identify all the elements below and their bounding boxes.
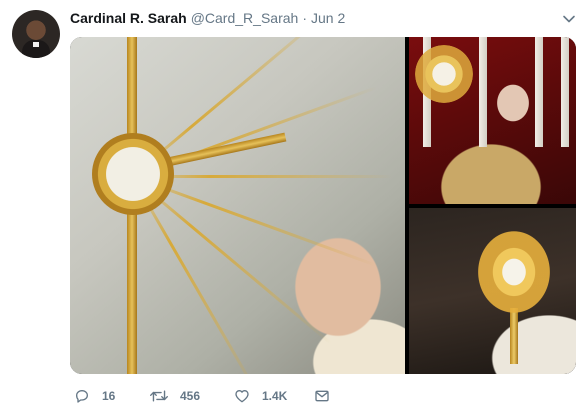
- avatar[interactable]: [12, 10, 60, 58]
- header-separator: ·: [302, 10, 307, 26]
- tweet-header: Cardinal R. Sarah @Card_R_Sarah · Jun 2: [70, 10, 345, 28]
- direct-message-button[interactable]: [314, 386, 330, 406]
- retweet-count: 456: [180, 389, 201, 403]
- media-photo-bottom-right[interactable]: [409, 208, 576, 374]
- chevron-down-icon[interactable]: [562, 12, 576, 26]
- retweet-icon: [150, 388, 168, 404]
- like-count: 1.4K: [262, 389, 288, 403]
- monstrance-disc: [92, 133, 174, 215]
- media-photo-top-right[interactable]: [409, 37, 576, 204]
- avatar-figure: [22, 40, 50, 58]
- reply-count: 16: [102, 389, 116, 403]
- media-grid: [70, 37, 576, 374]
- tweet-date[interactable]: Jun 2: [311, 10, 345, 26]
- author-name[interactable]: Cardinal R. Sarah: [70, 10, 187, 26]
- reply-icon: [74, 388, 90, 404]
- monstrance-arm: [169, 132, 287, 166]
- like-button[interactable]: 1.4K: [234, 386, 287, 406]
- monstrance-stem: [510, 308, 518, 364]
- author-handle[interactable]: @Card_R_Sarah: [191, 10, 299, 26]
- heart-icon: [234, 388, 250, 404]
- envelope-icon: [314, 388, 330, 404]
- monstrance-sun: [477, 230, 551, 314]
- reply-button[interactable]: 16: [74, 386, 115, 406]
- media-photo-main[interactable]: [70, 37, 405, 374]
- tweet[interactable]: Cardinal R. Sarah @Card_R_Sarah · Jun 2: [0, 0, 587, 414]
- retweet-button[interactable]: 456: [150, 386, 200, 406]
- monstrance-sun: [415, 45, 473, 103]
